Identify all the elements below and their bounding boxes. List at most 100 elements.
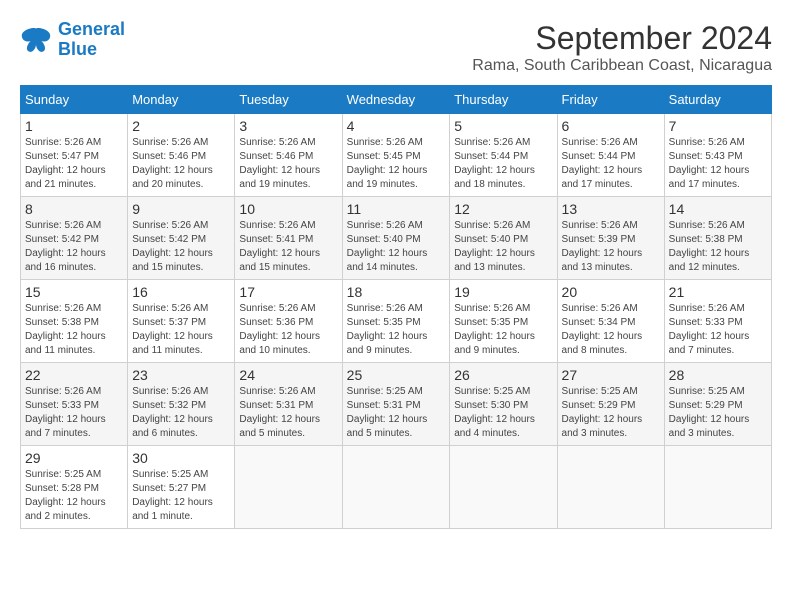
calendar-cell: 22Sunrise: 5:26 AM Sunset: 5:33 PM Dayli… bbox=[21, 363, 128, 446]
calendar-cell: 5 Sunrise: 5:26 AM Sunset: 5:44 PM Daylig… bbox=[450, 114, 557, 197]
day-number: 13 bbox=[562, 201, 660, 217]
calendar-table: Sunday Monday Tuesday Wednesday Thursday… bbox=[20, 85, 772, 529]
calendar-cell: 3Sunrise: 5:26 AM Sunset: 5:46 PM Daylig… bbox=[235, 114, 342, 197]
calendar-cell bbox=[664, 446, 771, 529]
calendar-header: Sunday Monday Tuesday Wednesday Thursday… bbox=[21, 86, 772, 114]
day-info: Sunrise: 5:26 AM Sunset: 5:43 PM Dayligh… bbox=[669, 136, 767, 192]
day-info: Sunrise: 5:26 AM Sunset: 5:44 PM Dayligh… bbox=[454, 136, 552, 192]
calendar-row: 29 Sunrise: 5:25 AM Sunset: 5:28 PM Dayli… bbox=[21, 446, 772, 529]
day-number: 25 bbox=[347, 367, 446, 383]
day-number: 8 bbox=[25, 201, 123, 217]
day-info: Sunrise: 5:25 AM Sunset: 5:29 PM Dayligh… bbox=[669, 385, 767, 441]
logo: General Blue bbox=[20, 20, 125, 60]
calendar-cell: 11 Sunrise: 5:26 AM Sunset: 5:40 PM Dayli… bbox=[342, 197, 450, 280]
col-sunday: Sunday bbox=[21, 86, 128, 114]
logo-bird-icon bbox=[20, 26, 52, 54]
day-info: Sunrise: 5:26 AM Sunset: 5:33 PM Dayligh… bbox=[25, 385, 123, 441]
col-friday: Friday bbox=[557, 86, 664, 114]
day-info: Sunrise: 5:26 AM Sunset: 5:46 PM Dayligh… bbox=[132, 136, 230, 192]
col-saturday: Saturday bbox=[664, 86, 771, 114]
header-row: Sunday Monday Tuesday Wednesday Thursday… bbox=[21, 86, 772, 114]
day-number: 24 bbox=[239, 367, 337, 383]
day-info: Sunrise: 5:26 AM Sunset: 5:36 PM Dayligh… bbox=[239, 302, 337, 358]
day-info: Sunrise: 5:25 AM Sunset: 5:31 PM Dayligh… bbox=[347, 385, 446, 441]
day-info: Sunrise: 5:26 AM Sunset: 5:34 PM Dayligh… bbox=[562, 302, 660, 358]
day-info: Sunrise: 5:25 AM Sunset: 5:28 PM Dayligh… bbox=[25, 468, 123, 524]
calendar-row: 15Sunrise: 5:26 AM Sunset: 5:38 PM Dayli… bbox=[21, 280, 772, 363]
page-header: General Blue September 2024 Rama, South … bbox=[20, 20, 772, 75]
day-number: 1 bbox=[25, 118, 123, 134]
day-info: Sunrise: 5:26 AM Sunset: 5:40 PM Dayligh… bbox=[347, 219, 446, 275]
day-info: Sunrise: 5:26 AM Sunset: 5:39 PM Dayligh… bbox=[562, 219, 660, 275]
calendar-cell: 29 Sunrise: 5:25 AM Sunset: 5:28 PM Dayli… bbox=[21, 446, 128, 529]
page-title: September 2024 bbox=[472, 20, 772, 57]
logo-line2: Blue bbox=[58, 39, 97, 59]
day-number: 11 bbox=[347, 201, 446, 217]
calendar-row: 1 Sunrise: 5:26 AM Sunset: 5:47 PM Daylig… bbox=[21, 114, 772, 197]
day-info: Sunrise: 5:25 AM Sunset: 5:27 PM Dayligh… bbox=[132, 468, 230, 524]
calendar-cell: 7 Sunrise: 5:26 AM Sunset: 5:43 PM Daylig… bbox=[664, 114, 771, 197]
day-info: Sunrise: 5:26 AM Sunset: 5:46 PM Dayligh… bbox=[239, 136, 337, 192]
title-block: September 2024 Rama, South Caribbean Coa… bbox=[472, 20, 772, 75]
calendar-cell: 24 Sunrise: 5:26 AM Sunset: 5:31 PM Dayli… bbox=[235, 363, 342, 446]
logo-text: General Blue bbox=[58, 20, 125, 60]
day-info: Sunrise: 5:26 AM Sunset: 5:42 PM Dayligh… bbox=[25, 219, 123, 275]
day-number: 19 bbox=[454, 284, 552, 300]
day-number: 14 bbox=[669, 201, 767, 217]
day-info: Sunrise: 5:26 AM Sunset: 5:35 PM Dayligh… bbox=[454, 302, 552, 358]
col-thursday: Thursday bbox=[450, 86, 557, 114]
day-number: 21 bbox=[669, 284, 767, 300]
calendar-cell: 25 Sunrise: 5:25 AM Sunset: 5:31 PM Dayli… bbox=[342, 363, 450, 446]
day-info: Sunrise: 5:26 AM Sunset: 5:44 PM Dayligh… bbox=[562, 136, 660, 192]
day-info: Sunrise: 5:26 AM Sunset: 5:42 PM Dayligh… bbox=[132, 219, 230, 275]
col-tuesday: Tuesday bbox=[235, 86, 342, 114]
calendar-cell: 1 Sunrise: 5:26 AM Sunset: 5:47 PM Daylig… bbox=[21, 114, 128, 197]
day-number: 6 bbox=[562, 118, 660, 134]
calendar-cell: 16Sunrise: 5:26 AM Sunset: 5:37 PM Dayli… bbox=[128, 280, 235, 363]
calendar-cell: 6 Sunrise: 5:26 AM Sunset: 5:44 PM Daylig… bbox=[557, 114, 664, 197]
day-number: 10 bbox=[239, 201, 337, 217]
day-info: Sunrise: 5:25 AM Sunset: 5:29 PM Dayligh… bbox=[562, 385, 660, 441]
calendar-cell: 20Sunrise: 5:26 AM Sunset: 5:34 PM Dayli… bbox=[557, 280, 664, 363]
calendar-cell bbox=[557, 446, 664, 529]
calendar-cell: 8 Sunrise: 5:26 AM Sunset: 5:42 PM Daylig… bbox=[21, 197, 128, 280]
day-info: Sunrise: 5:26 AM Sunset: 5:31 PM Dayligh… bbox=[239, 385, 337, 441]
calendar-cell: 4 Sunrise: 5:26 AM Sunset: 5:45 PM Daylig… bbox=[342, 114, 450, 197]
day-number: 5 bbox=[454, 118, 552, 134]
day-info: Sunrise: 5:26 AM Sunset: 5:32 PM Dayligh… bbox=[132, 385, 230, 441]
calendar-cell bbox=[450, 446, 557, 529]
calendar-cell: 2 Sunrise: 5:26 AM Sunset: 5:46 PM Daylig… bbox=[128, 114, 235, 197]
day-info: Sunrise: 5:26 AM Sunset: 5:41 PM Dayligh… bbox=[239, 219, 337, 275]
calendar-cell: 21 Sunrise: 5:26 AM Sunset: 5:33 PM Dayli… bbox=[664, 280, 771, 363]
calendar-cell: 15Sunrise: 5:26 AM Sunset: 5:38 PM Dayli… bbox=[21, 280, 128, 363]
day-number: 2 bbox=[132, 118, 230, 134]
calendar-cell bbox=[342, 446, 450, 529]
day-info: Sunrise: 5:26 AM Sunset: 5:38 PM Dayligh… bbox=[25, 302, 123, 358]
calendar-cell: 13 Sunrise: 5:26 AM Sunset: 5:39 PM Dayli… bbox=[557, 197, 664, 280]
day-info: Sunrise: 5:26 AM Sunset: 5:38 PM Dayligh… bbox=[669, 219, 767, 275]
page-subtitle: Rama, South Caribbean Coast, Nicaragua bbox=[472, 57, 772, 75]
calendar-cell: 19 Sunrise: 5:26 AM Sunset: 5:35 PM Dayli… bbox=[450, 280, 557, 363]
day-number: 29 bbox=[25, 450, 123, 466]
calendar-cell: 10 Sunrise: 5:26 AM Sunset: 5:41 PM Dayli… bbox=[235, 197, 342, 280]
day-number: 9 bbox=[132, 201, 230, 217]
day-number: 30 bbox=[132, 450, 230, 466]
calendar-cell bbox=[235, 446, 342, 529]
day-number: 7 bbox=[669, 118, 767, 134]
calendar-cell: 27Sunrise: 5:25 AM Sunset: 5:29 PM Dayli… bbox=[557, 363, 664, 446]
day-number: 28 bbox=[669, 367, 767, 383]
col-wednesday: Wednesday bbox=[342, 86, 450, 114]
calendar-cell: 30 Sunrise: 5:25 AM Sunset: 5:27 PM Dayli… bbox=[128, 446, 235, 529]
day-number: 4 bbox=[347, 118, 446, 134]
day-info: Sunrise: 5:26 AM Sunset: 5:33 PM Dayligh… bbox=[669, 302, 767, 358]
calendar-cell: 17Sunrise: 5:26 AM Sunset: 5:36 PM Dayli… bbox=[235, 280, 342, 363]
calendar-cell: 18 Sunrise: 5:26 AM Sunset: 5:35 PM Dayli… bbox=[342, 280, 450, 363]
day-info: Sunrise: 5:26 AM Sunset: 5:47 PM Dayligh… bbox=[25, 136, 123, 192]
day-info: Sunrise: 5:26 AM Sunset: 5:35 PM Dayligh… bbox=[347, 302, 446, 358]
calendar-row: 8 Sunrise: 5:26 AM Sunset: 5:42 PM Daylig… bbox=[21, 197, 772, 280]
day-number: 18 bbox=[347, 284, 446, 300]
day-info: Sunrise: 5:26 AM Sunset: 5:45 PM Dayligh… bbox=[347, 136, 446, 192]
calendar-cell: 12Sunrise: 5:26 AM Sunset: 5:40 PM Dayli… bbox=[450, 197, 557, 280]
col-monday: Monday bbox=[128, 86, 235, 114]
calendar-cell: 9 Sunrise: 5:26 AM Sunset: 5:42 PM Daylig… bbox=[128, 197, 235, 280]
